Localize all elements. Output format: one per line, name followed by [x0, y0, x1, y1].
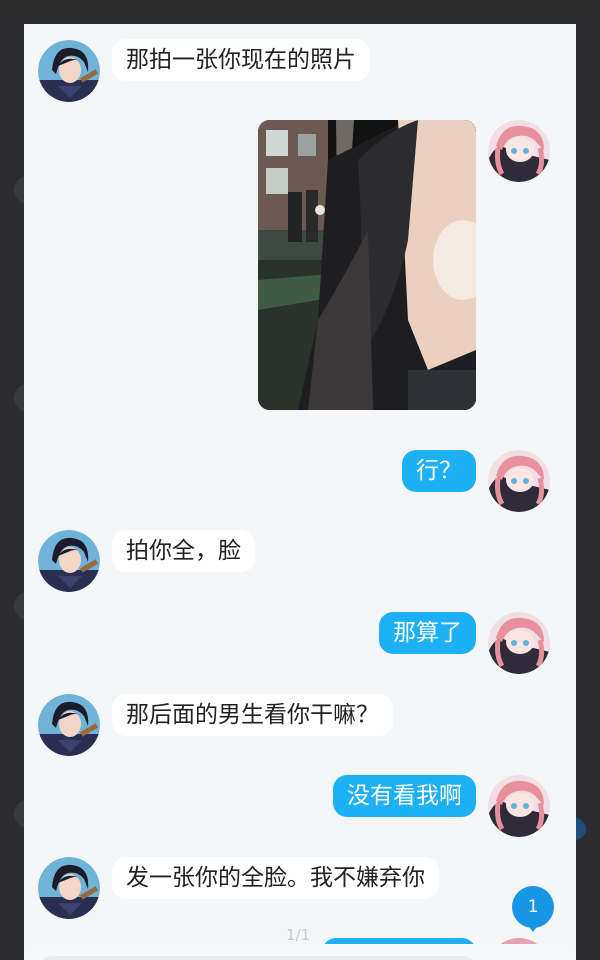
- incoming-message-bubble[interactable]: 发一张你的全脸。我不嫌弃你: [112, 857, 439, 899]
- outgoing-photo-message[interactable]: [258, 120, 476, 410]
- self-avatar[interactable]: [488, 612, 550, 674]
- contact-avatar[interactable]: [38, 857, 100, 919]
- outgoing-message-bubble[interactable]: 没有看我啊: [333, 775, 476, 817]
- contact-avatar[interactable]: [38, 530, 100, 592]
- outgoing-message-bubble[interactable]: 行？: [402, 450, 476, 492]
- message-input[interactable]: [38, 956, 478, 960]
- input-bar: [24, 944, 576, 960]
- self-avatar[interactable]: [488, 775, 550, 837]
- self-avatar[interactable]: [488, 450, 550, 512]
- self-avatar[interactable]: [488, 120, 550, 182]
- incoming-message-bubble[interactable]: 拍你全，脸: [112, 530, 255, 572]
- contact-avatar[interactable]: [38, 40, 100, 102]
- page-indicator: 1/1: [286, 926, 311, 944]
- incoming-message-bubble[interactable]: 那拍一张你现在的照片: [112, 39, 370, 81]
- outgoing-message-bubble[interactable]: 那算了: [379, 612, 476, 654]
- unread-badge[interactable]: 1: [512, 886, 554, 932]
- incoming-message-bubble[interactable]: 那后面的男生看你干嘛？: [112, 694, 393, 736]
- chat-panel: 那拍一张你现在的照片 行？ 拍你全，脸 那算了 那后面的男生看你干嘛？ 没有看我…: [24, 24, 576, 960]
- background-status-strip: [0, 0, 600, 24]
- contact-avatar[interactable]: [38, 694, 100, 756]
